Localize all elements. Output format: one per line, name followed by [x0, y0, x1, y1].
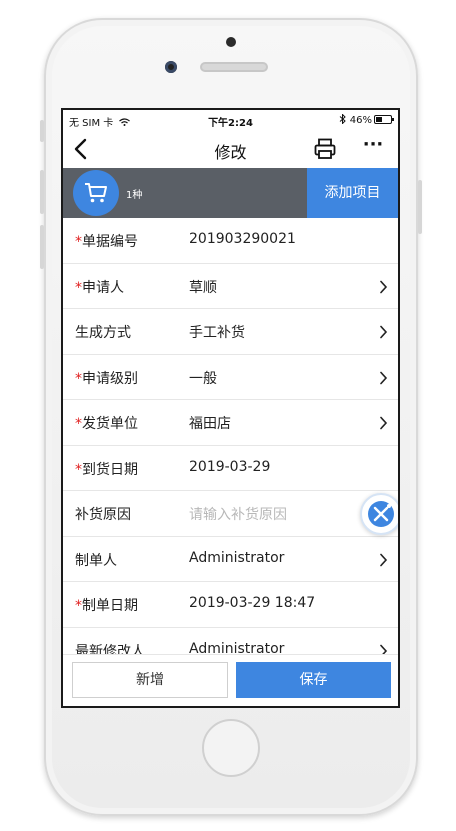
cart-button[interactable]	[73, 170, 119, 216]
field-label: *单据编号	[75, 231, 138, 251]
field-value: 201903290021	[189, 231, 296, 247]
chevron-right-icon	[380, 416, 388, 430]
field-label-text: 生成方式	[75, 325, 131, 341]
page-title: 修改	[214, 143, 247, 162]
form-row: *单据编号 201903290021	[63, 218, 398, 264]
field-value: 2019-03-29	[189, 458, 271, 475]
required-marker: *	[75, 279, 82, 296]
cart-icon	[85, 183, 107, 203]
field-label-text: 到货日期	[82, 461, 138, 478]
reason-input[interactable]: 请输入补货原因	[189, 504, 287, 524]
assistant-float-button[interactable]	[360, 493, 398, 535]
field-label-text: 补货原因	[75, 507, 131, 523]
chevron-right-icon	[380, 553, 388, 566]
field-value: 手工补货	[189, 325, 245, 341]
volume-down-button	[40, 225, 44, 269]
form-row[interactable]: *申请级别 一般	[63, 355, 398, 400]
form-row: 补货原因 请输入补货原因	[63, 491, 398, 537]
action-footer: 新增 保存	[63, 654, 398, 706]
field-label-text: 申请人	[82, 279, 124, 296]
battery-icon	[374, 115, 394, 124]
required-marker: *	[75, 461, 82, 478]
field-label: 补货原因	[75, 504, 131, 524]
required-marker: *	[75, 234, 82, 250]
front-camera	[165, 61, 177, 73]
form-row[interactable]: 生成方式 手工补货	[63, 309, 398, 355]
field-value: 草顺	[189, 279, 217, 296]
field-label: *制单日期	[75, 595, 138, 615]
field-label: *发货单位	[75, 413, 138, 433]
chevron-right-icon	[380, 325, 388, 339]
required-marker: *	[75, 598, 82, 614]
add-item-button[interactable]: 添加项目	[307, 168, 398, 218]
form-row[interactable]: *申请人 草顺	[63, 264, 398, 309]
proximity-sensor	[226, 37, 236, 47]
battery-percent: 46%	[339, 113, 372, 126]
status-bar: 无 SIM 卡 下午2:24 46%	[63, 110, 398, 130]
form-row: *制单日期 2019-03-29 18:47	[63, 582, 398, 628]
volume-up-button	[40, 170, 44, 214]
save-button[interactable]: 保存	[236, 662, 391, 698]
bluetooth-icon	[339, 113, 346, 125]
chevron-right-icon	[380, 280, 388, 293]
more-icon[interactable]: ···	[361, 135, 385, 161]
field-label-text: 单据编号	[82, 234, 138, 250]
field-value: 一般	[189, 370, 217, 387]
field-value: Administrator	[189, 549, 285, 566]
nav-bar: 修改 ···	[63, 130, 398, 168]
new-button[interactable]: 新增	[72, 662, 228, 698]
field-value: 2019-03-29 18:47	[189, 595, 316, 611]
field-label-text: 制单日期	[82, 598, 138, 614]
app-screen: 无 SIM 卡 下午2:24 46% 修改 ··· 1种 添加项目 *单据编号 …	[61, 108, 400, 708]
form-row[interactable]: *发货单位 福田店	[63, 400, 398, 446]
home-button[interactable]	[202, 719, 260, 777]
earpiece-speaker	[200, 62, 268, 72]
field-label-text: 发货单位	[82, 416, 138, 432]
form-list: *单据编号 201903290021 *申请人 草顺 生成方式 手工补货 *申请级别 一般 *发…	[63, 218, 398, 658]
required-marker: *	[75, 416, 82, 432]
field-label-text: 申请级别	[82, 370, 138, 387]
field-label: 生成方式	[75, 322, 131, 342]
chevron-right-icon	[380, 371, 388, 384]
power-button	[418, 180, 422, 234]
field-label: *到货日期	[75, 459, 138, 479]
required-marker: *	[75, 370, 82, 387]
assistant-float-icon	[368, 501, 394, 527]
form-row[interactable]: 制单人 Administrator	[63, 537, 398, 582]
field-label: *申请人	[75, 277, 124, 297]
mute-switch	[40, 120, 44, 142]
cart-bar: 1种 添加项目	[63, 168, 398, 218]
field-label: 制单人	[75, 550, 117, 570]
field-label: *申请级别	[75, 368, 138, 388]
cart-count: 1种	[126, 190, 143, 201]
printer-icon[interactable]	[313, 137, 337, 161]
form-row: *到货日期 2019-03-29	[63, 446, 398, 491]
field-value: 福田店	[189, 416, 231, 432]
field-label-text: 制单人	[75, 552, 117, 569]
